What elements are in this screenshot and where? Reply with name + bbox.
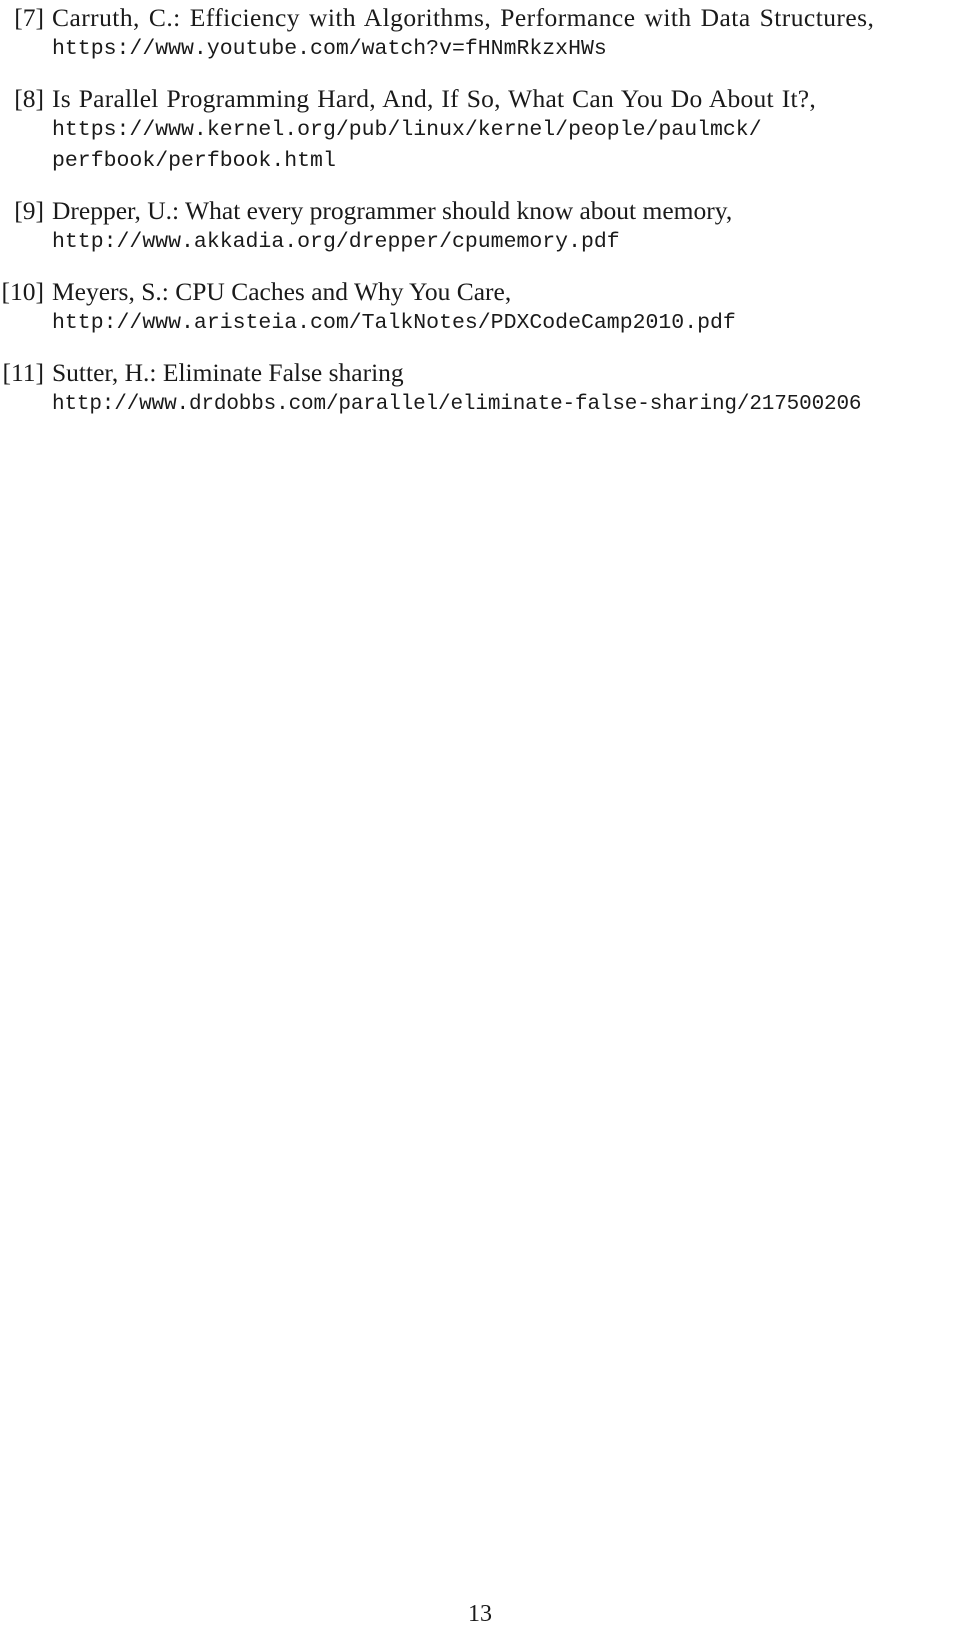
reference-label: [10] <box>1 277 44 306</box>
reference-body: Drepper, U.: What every programmer shoul… <box>52 195 960 258</box>
reference-body: Carruth, C.: Efficiency with Algorithms,… <box>52 2 960 65</box>
reference-label: [11] <box>2 358 44 387</box>
reference-url[interactable]: http://www.aristeia.com/TalkNotes/PDXCod… <box>52 308 960 339</box>
reference-title: Sutter, H.: Eliminate False sharing <box>52 358 404 387</box>
reference-title: Meyers, S.: CPU Caches and Why You Care, <box>52 277 512 306</box>
reference-body: Meyers, S.: CPU Caches and Why You Care,… <box>52 276 960 339</box>
reference-url[interactable]: https://www.youtube.com/watch?v=fHNmRkzx… <box>52 34 960 65</box>
reference-body: Sutter, H.: Eliminate False sharing http… <box>52 357 960 420</box>
page-number: 13 <box>468 1601 492 1627</box>
document-page: [7] Carruth, C.: Efficiency with Algorit… <box>0 0 960 1651</box>
bibliography-list: [7] Carruth, C.: Efficiency with Algorit… <box>0 0 960 438</box>
bibliography-entry: [7] Carruth, C.: Efficiency with Algorit… <box>0 2 960 65</box>
reference-title: Is Parallel Programming Hard, And, If So… <box>52 84 816 113</box>
reference-label: [9] <box>14 196 44 225</box>
reference-title: Drepper, U.: What every programmer shoul… <box>52 196 733 225</box>
bibliography-entry: [10] Meyers, S.: CPU Caches and Why You … <box>0 276 960 339</box>
reference-url-continuation[interactable]: perfbook/perfbook.html <box>52 146 960 177</box>
reference-title: Carruth, C.: Efficiency with Algorithms,… <box>52 3 875 32</box>
reference-url[interactable]: http://www.drdobbs.com/parallel/eliminat… <box>52 389 960 420</box>
bibliography-entry: [8] Is Parallel Programming Hard, And, I… <box>0 83 960 177</box>
bibliography-entry: [11] Sutter, H.: Eliminate False sharing… <box>0 357 960 420</box>
reference-url[interactable]: https://www.kernel.org/pub/linux/kernel/… <box>52 115 960 146</box>
reference-url[interactable]: http://www.akkadia.org/drepper/cpumemory… <box>52 227 960 258</box>
reference-label: [8] <box>14 84 44 113</box>
bibliography-entry: [9] Drepper, U.: What every programmer s… <box>0 195 960 258</box>
reference-label: [7] <box>14 3 44 32</box>
reference-body: Is Parallel Programming Hard, And, If So… <box>52 83 960 177</box>
